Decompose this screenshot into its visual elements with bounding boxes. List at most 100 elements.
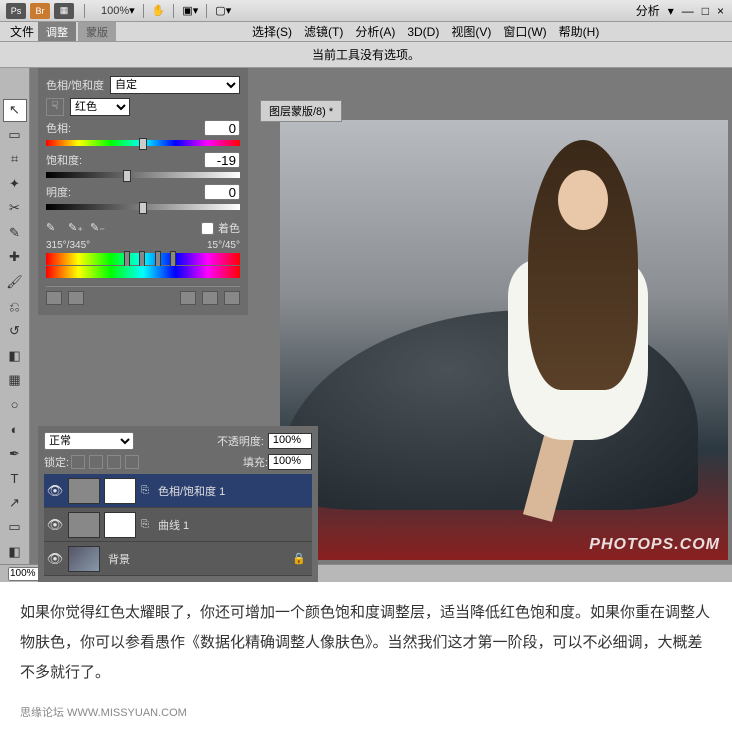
hand-icon[interactable]: ✋ xyxy=(152,4,166,17)
separator xyxy=(143,4,144,18)
crop-tool[interactable]: ✂ xyxy=(3,197,27,220)
visibility-icon[interactable]: 👁 xyxy=(44,551,66,567)
gradient-tool[interactable]: ▦ xyxy=(3,369,27,392)
lasso-tool[interactable]: ⌗ xyxy=(3,148,27,171)
tab-adjustments[interactable]: 调整 xyxy=(38,22,76,41)
arrange-icon[interactable]: ▣▾ xyxy=(182,4,198,17)
workspace-dropdown-icon[interactable]: ▾ xyxy=(668,4,674,18)
preset-select[interactable]: 自定 xyxy=(110,76,240,94)
adj-thumb[interactable] xyxy=(68,478,100,504)
adj-thumb[interactable] xyxy=(68,512,100,538)
mask-thumb[interactable] xyxy=(104,512,136,538)
opacity-label: 不透明度: xyxy=(217,433,264,449)
options-bar: 当前工具没有选项。 xyxy=(0,42,732,68)
menu-file[interactable]: 文件 xyxy=(10,23,34,40)
ramp-right: 15°/45° xyxy=(207,240,240,251)
link-icon[interactable]: ⎘ xyxy=(138,485,152,496)
menu-3d[interactable]: 3D(D) xyxy=(407,25,439,39)
lock-all-icon[interactable] xyxy=(125,455,139,469)
tab-masks[interactable]: 蒙版 xyxy=(78,22,116,41)
layer-curves[interactable]: 👁 ⎘ 曲线 1 xyxy=(44,508,312,542)
light-input[interactable] xyxy=(204,184,240,200)
mb-icon[interactable]: ▦ xyxy=(54,3,74,19)
bg-thumb[interactable] xyxy=(68,546,100,572)
zoom-dropdown-icon[interactable]: ▾ xyxy=(129,4,135,17)
pen-tool[interactable]: ✒ xyxy=(3,442,27,465)
colors-tool[interactable]: ◧ xyxy=(3,541,27,564)
dodge-tool[interactable]: ◐ xyxy=(3,418,27,441)
layer-hue-sat[interactable]: 👁 ⎘ 色相/饱和度 1 xyxy=(44,474,312,508)
channel-select[interactable]: 红色 xyxy=(70,98,130,116)
screen-icon[interactable]: ▢▾ xyxy=(215,4,231,17)
finger-icon[interactable]: ☟ xyxy=(46,98,64,116)
light-slider[interactable] xyxy=(46,204,240,210)
minimize-icon[interactable]: — xyxy=(682,4,694,18)
fill-input[interactable]: 100% xyxy=(268,454,312,470)
layer-name[interactable]: 曲线 1 xyxy=(158,517,189,533)
workspace-analysis[interactable]: 分析 xyxy=(636,2,660,19)
menu-select[interactable]: 选择(S) xyxy=(252,23,292,40)
eyedropper-minus-icon[interactable]: ✎₋ xyxy=(90,221,104,235)
prev-icon[interactable] xyxy=(68,291,84,305)
opacity-input[interactable]: 100% xyxy=(268,433,312,449)
stamp-tool[interactable]: ⎌ xyxy=(3,295,27,318)
eraser-tool[interactable]: ◧ xyxy=(3,344,27,367)
blend-mode-select[interactable]: 正常 xyxy=(44,432,134,450)
menu-window[interactable]: 窗口(W) xyxy=(503,23,546,40)
reset-icon[interactable] xyxy=(202,291,218,305)
lock-icon: 🔒 xyxy=(292,552,306,565)
eyedropper-plus-icon[interactable]: ✎₊ xyxy=(68,221,82,235)
br-icon[interactable]: Br xyxy=(30,3,50,19)
mask-thumb[interactable] xyxy=(104,478,136,504)
trash-icon[interactable] xyxy=(224,291,240,305)
sat-slider[interactable] xyxy=(46,172,240,178)
eyedropper-tool[interactable]: ✎ xyxy=(3,222,27,245)
eye-icon[interactable] xyxy=(180,291,196,305)
type-tool[interactable]: T xyxy=(3,467,27,490)
lock-image-icon[interactable] xyxy=(89,455,103,469)
photo[interactable]: PHOTOPS.COM xyxy=(280,120,728,560)
hue-slider[interactable] xyxy=(46,140,240,146)
layer-name[interactable]: 背景 xyxy=(108,551,130,567)
layer-name[interactable]: 色相/饱和度 1 xyxy=(158,483,225,499)
maximize-icon[interactable]: □ xyxy=(702,4,709,18)
toolbox: ↖ ▭ ⌗ ✦ ✂ ✎ ✚ 🖌 ⎌ ↺ ◧ ▦ ○ ◐ ✒ T ↗ ▭ ◧ xyxy=(0,68,30,564)
color-ramp-top[interactable] xyxy=(46,253,240,265)
zoom-value[interactable]: 100% xyxy=(101,5,129,17)
separator xyxy=(206,4,207,18)
hue-input[interactable] xyxy=(204,120,240,136)
shape-tool[interactable]: ▭ xyxy=(3,516,27,539)
ps-icon[interactable]: Ps xyxy=(6,3,26,19)
sat-input[interactable] xyxy=(204,152,240,168)
menu-analysis[interactable]: 分析(A) xyxy=(355,23,395,40)
marquee-tool[interactable]: ▭ xyxy=(3,124,27,147)
heal-tool[interactable]: ✚ xyxy=(3,246,27,269)
wand-tool[interactable]: ✦ xyxy=(3,173,27,196)
document-tab[interactable]: 图层蒙版/8) * xyxy=(260,100,342,122)
menu-view[interactable]: 视图(V) xyxy=(451,23,491,40)
layer-background[interactable]: 👁 背景 🔒 xyxy=(44,542,312,576)
eyedropper-icon[interactable]: ✎ xyxy=(46,221,60,235)
separator xyxy=(84,4,85,18)
blur-tool[interactable]: ○ xyxy=(3,393,27,416)
menu-filter[interactable]: 滤镜(T) xyxy=(304,23,343,40)
visibility-icon[interactable]: 👁 xyxy=(44,517,66,533)
panel-footer xyxy=(46,286,240,305)
visibility-icon[interactable]: 👁 xyxy=(44,483,66,499)
clip-icon[interactable] xyxy=(46,291,62,305)
lock-transparent-icon[interactable] xyxy=(71,455,85,469)
person-shape xyxy=(488,140,668,520)
path-tool[interactable]: ↗ xyxy=(3,492,27,515)
history-brush-tool[interactable]: ↺ xyxy=(3,320,27,343)
brush-tool[interactable]: 🖌 xyxy=(3,271,27,294)
link-icon[interactable]: ⎘ xyxy=(138,519,152,530)
move-tool[interactable]: ↖ xyxy=(3,99,27,122)
colorize-checkbox[interactable] xyxy=(201,222,214,235)
menu-help[interactable]: 帮助(H) xyxy=(559,23,600,40)
caption-text: 如果你觉得红色太耀眼了，你还可增加一个颜色饱和度调整层，适当降低红色饱和度。如果… xyxy=(0,582,732,704)
colorize-label: 着色 xyxy=(218,220,240,236)
lock-position-icon[interactable] xyxy=(107,455,121,469)
close-icon[interactable]: × xyxy=(717,4,724,18)
sat-label: 饱和度: xyxy=(46,152,110,168)
menubar: 文件 调整 蒙版 选择(S) 滤镜(T) 分析(A) 3D(D) 视图(V) 窗… xyxy=(0,22,732,42)
